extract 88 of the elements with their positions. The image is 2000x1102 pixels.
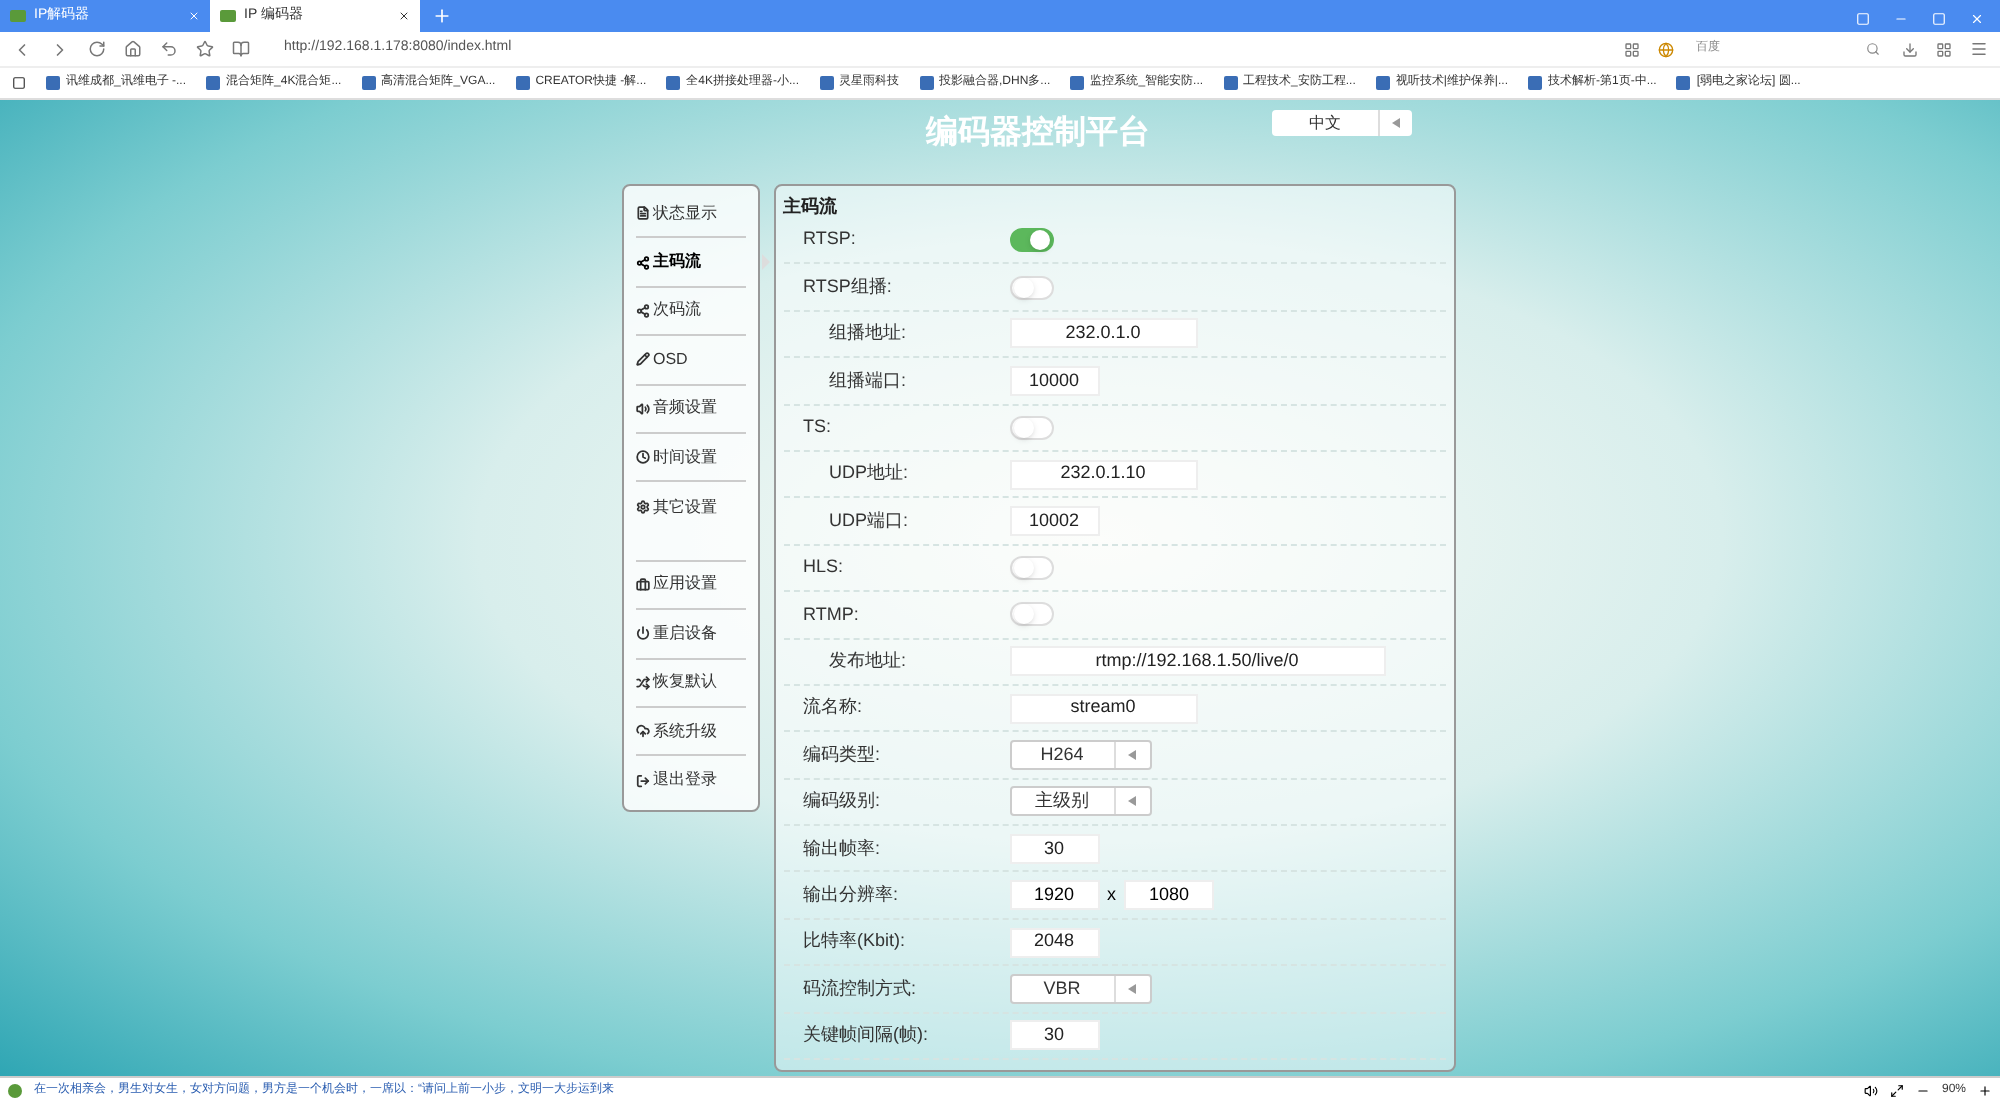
sidebar-icon[interactable] — [12, 76, 26, 90]
language-dropdown[interactable]: 中文 — [1272, 110, 1412, 136]
cloud-upload-icon — [635, 724, 649, 739]
star-icon[interactable] — [196, 40, 214, 58]
page-title: 编码器控制平台 — [926, 112, 1150, 154]
zoom-in-icon[interactable] — [1978, 1083, 1992, 1097]
search-icon — [1866, 42, 1880, 56]
dropdown[interactable]: H264 — [1009, 739, 1151, 770]
sidebar-item[interactable]: 次码流 — [635, 287, 745, 337]
reader-icon[interactable] — [232, 40, 250, 58]
input-field[interactable]: 30 — [1009, 1020, 1099, 1051]
pointer-arrow — [761, 254, 769, 271]
sidebar-item[interactable]: 系统升级 — [635, 707, 745, 757]
reload-icon[interactable] — [88, 40, 106, 58]
input-field[interactable]: 10000 — [1009, 365, 1099, 396]
field-label: 输出帧率: — [803, 835, 883, 862]
input-field[interactable]: 232.0.1.0 — [1009, 318, 1197, 349]
field-label: 编码级别: — [803, 788, 883, 815]
gear-icon — [635, 500, 649, 515]
new-tab-icon[interactable] — [432, 6, 452, 26]
field-label: 组播端口: — [827, 367, 909, 394]
home-icon[interactable] — [124, 40, 142, 58]
news-icon — [8, 1083, 22, 1097]
sidebar-item[interactable]: 应用设置 — [635, 561, 745, 611]
field-label: RTMP: — [803, 601, 861, 628]
maximize-icon[interactable] — [1932, 12, 1946, 26]
sidebar-item[interactable]: OSD — [635, 336, 745, 386]
grid-icon[interactable] — [1624, 41, 1640, 57]
caret-icon — [1392, 118, 1400, 128]
field-label: 流名称: — [803, 694, 865, 721]
toggle-switch[interactable] — [1009, 228, 1053, 253]
input-field[interactable]: 2048 — [1009, 927, 1099, 958]
sidebar-item[interactable]: 时间设置 — [635, 433, 745, 483]
panel-title: 主码流 — [781, 194, 839, 218]
sidebar-item[interactable]: 状态显示 — [635, 190, 745, 239]
document-icon — [635, 206, 649, 221]
dropdown[interactable]: VBR — [1009, 973, 1151, 1004]
field-label: HLS: — [803, 554, 846, 581]
page-icon — [10, 10, 26, 22]
field-label: RTSP: — [803, 226, 858, 253]
share-icon — [635, 303, 649, 318]
field-label: 发布地址: — [827, 647, 909, 674]
field-label: 比特率(Kbit): — [803, 928, 908, 955]
clock-icon — [635, 450, 649, 465]
dropdown[interactable]: 主级别 — [1009, 786, 1151, 817]
sidebar-item[interactable]: 主码流 — [635, 238, 745, 288]
field-label: UDP地址: — [827, 460, 911, 487]
speaker-icon[interactable] — [1863, 1083, 1878, 1097]
input-field[interactable]: stream0 — [1009, 693, 1197, 724]
shuffle-icon — [635, 675, 649, 690]
share-icon — [635, 255, 649, 270]
field-label: TS: — [803, 414, 834, 440]
input-field[interactable]: 232.0.1.10 — [1009, 459, 1197, 490]
field-label: 组播地址: — [827, 320, 909, 347]
page-icon — [220, 10, 236, 22]
input-field[interactable]: 10002 — [1009, 506, 1099, 537]
input-field[interactable]: 1080 — [1124, 880, 1214, 911]
field-label: 编码类型: — [803, 741, 883, 768]
logout-icon — [635, 773, 649, 788]
caret-icon — [1128, 983, 1136, 994]
apps-icon[interactable] — [1936, 41, 1952, 57]
field-label: 码流控制方式: — [803, 975, 919, 1002]
caret-icon — [1128, 796, 1136, 807]
sidebar-item[interactable]: 音频设置 — [635, 385, 745, 434]
menu-icon[interactable] — [1970, 40, 1988, 58]
field-label: UDP端口: — [827, 507, 911, 534]
globe-icon[interactable] — [1658, 41, 1674, 57]
undo-icon[interactable] — [160, 40, 178, 58]
fullscreen-icon[interactable] — [1889, 1083, 1904, 1097]
sidebar-item[interactable]: 重启设备 — [635, 610, 745, 660]
briefcase-icon — [635, 577, 649, 592]
power-icon — [635, 626, 649, 641]
input-field[interactable]: 30 — [1009, 833, 1099, 864]
download-icon[interactable] — [1902, 41, 1918, 57]
restore-icon[interactable] — [1856, 12, 1870, 26]
close-icon[interactable] — [398, 10, 410, 22]
times-sign: x — [1107, 881, 1116, 908]
sidebar-item[interactable]: 恢复默认 — [635, 659, 745, 708]
pencil-icon — [635, 352, 649, 367]
field-label: RTSP组播: — [803, 273, 894, 300]
input-field[interactable]: 1920 — [1009, 880, 1099, 911]
field-label: 关键帧间隔(帧): — [803, 1022, 930, 1049]
field-label: 输出分辨率: — [803, 881, 901, 908]
speaker-icon — [635, 401, 649, 416]
caret-icon — [1128, 749, 1136, 760]
sidebar-item[interactable]: 退出登录 — [635, 756, 745, 806]
sidebar-item[interactable]: 其它设置 — [635, 482, 745, 532]
input-field[interactable]: rtmp://192.168.1.50/live/0 — [1009, 646, 1385, 677]
